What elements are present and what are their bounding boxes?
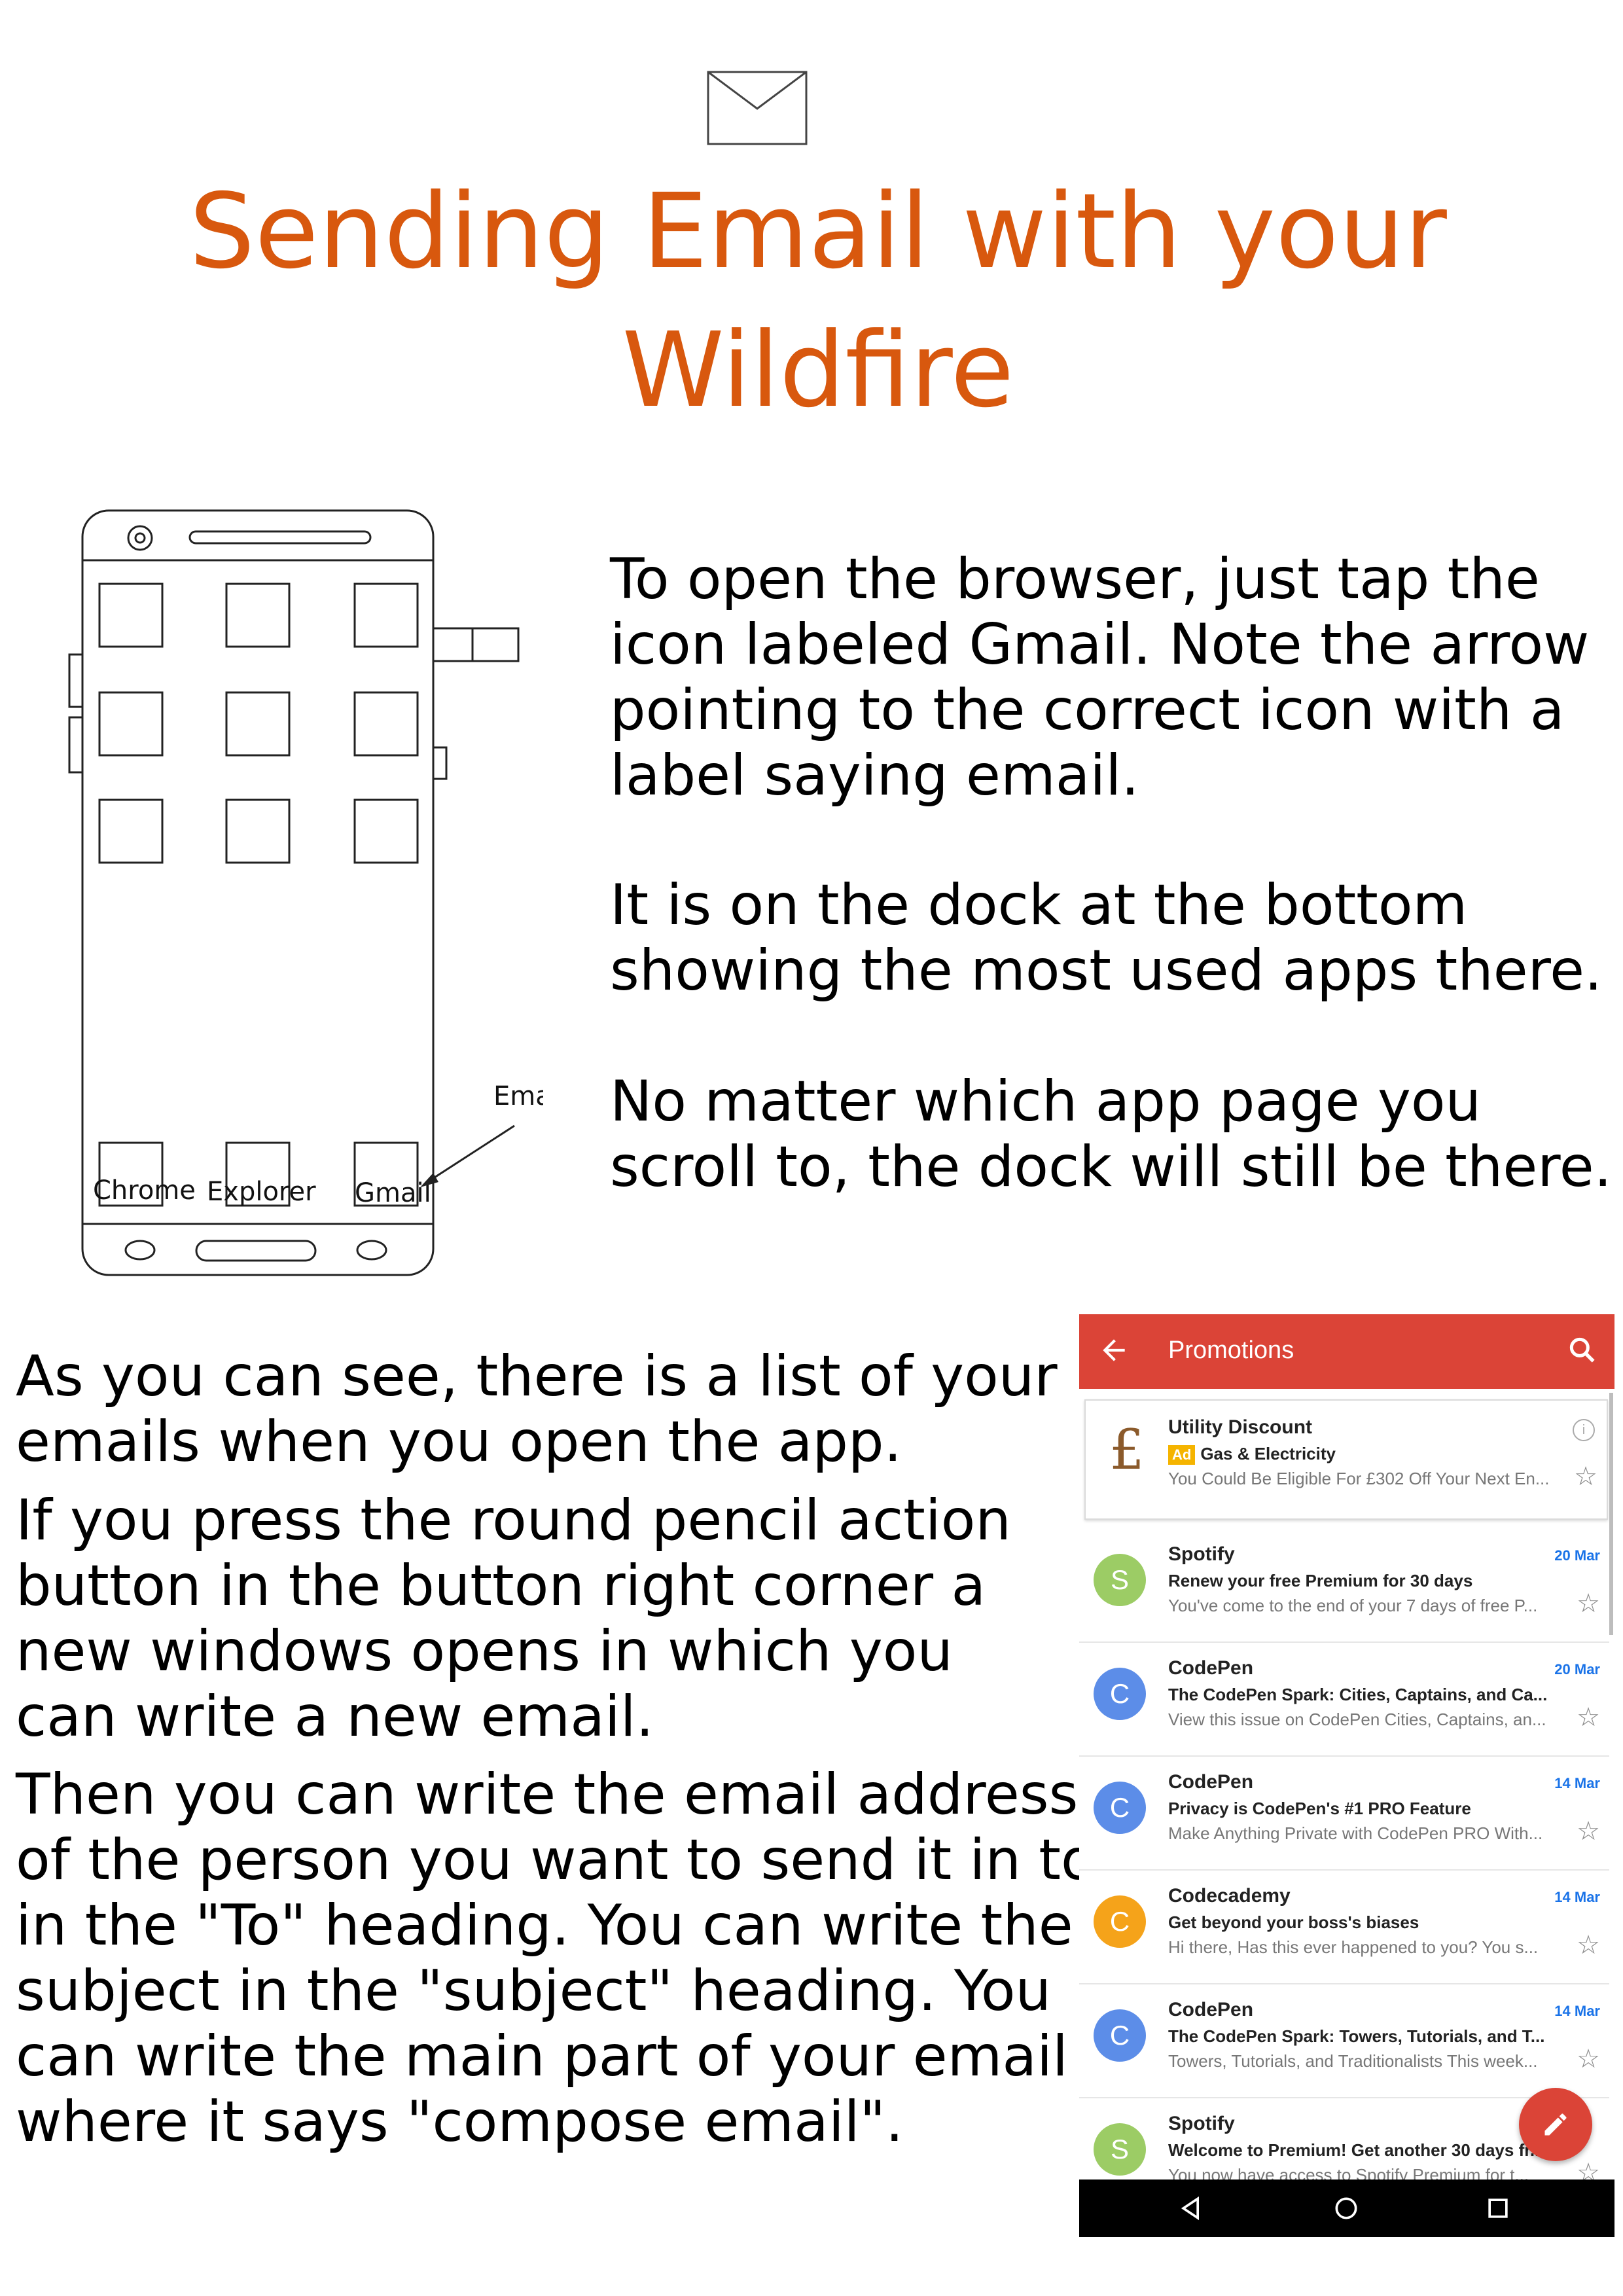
compose-fab-button[interactable] bbox=[1519, 2088, 1592, 2161]
star-icon[interactable]: ☆ bbox=[1577, 1818, 1600, 1844]
email-snippet: Towers, Tutorials, and Traditionalists T… bbox=[1168, 2051, 1538, 2071]
dock-label-gmail: Gmail bbox=[355, 1178, 431, 1208]
email-date: 20 Mar bbox=[1554, 1547, 1600, 1564]
email-subject: Welcome to Premium! Get another 30 days … bbox=[1168, 2140, 1544, 2160]
info-icon[interactable]: i bbox=[1573, 1419, 1595, 1441]
email-snippet: View this issue on CodePen Cities, Capta… bbox=[1168, 1710, 1546, 1729]
ad-subject-text: Gas & Electricity bbox=[1200, 1444, 1336, 1463]
dock-label-chrome: Chrome bbox=[93, 1175, 196, 1206]
email-sender: Spotify bbox=[1168, 2113, 1235, 2134]
sender-avatar: C bbox=[1094, 1782, 1146, 1834]
sender-avatar: S bbox=[1094, 1554, 1146, 1606]
gmail-folder-title: Promotions bbox=[1168, 1336, 1294, 1364]
pound-sign-icon: £ bbox=[1109, 1418, 1145, 1482]
email-sender: Codecademy bbox=[1168, 1885, 1291, 1907]
star-icon[interactable]: ☆ bbox=[1577, 1590, 1600, 1617]
back-triangle-icon[interactable] bbox=[1177, 2194, 1206, 2223]
email-snippet: Hi there, Has this ever happened to you?… bbox=[1168, 1937, 1539, 1957]
recents-square-icon[interactable] bbox=[1484, 2194, 1512, 2223]
gmail-screenshot: Promotions £ Utility Discount Ad Gas & El… bbox=[1079, 1314, 1614, 2237]
email-subject: The CodePen Spark: Cities, Captains, and… bbox=[1168, 1685, 1548, 1704]
email-snippet: Make Anything Private with CodePen PRO W… bbox=[1168, 1823, 1543, 1843]
email-date: 14 Mar bbox=[1554, 1889, 1600, 1905]
sender-avatar: C bbox=[1094, 1668, 1146, 1720]
scrollbar[interactable] bbox=[1609, 1393, 1613, 1635]
email-date: 20 Mar bbox=[1554, 1661, 1600, 1677]
email-snippet: You've come to the end of your 7 days of… bbox=[1168, 1596, 1538, 1615]
ad-snippet: You Could Be Eligible For £302 Off Your … bbox=[1168, 1469, 1550, 1488]
intro-paragraph-3: No matter which app page you scroll to, … bbox=[610, 1069, 1612, 1200]
email-row[interactable]: C CodePen 14 Mar The CodePen Spark: Towers,… bbox=[1079, 1983, 1609, 2098]
back-arrow-icon[interactable] bbox=[1097, 1334, 1130, 1367]
star-icon[interactable]: ☆ bbox=[1577, 1932, 1600, 1958]
phone-sketch-illustration: Chrome Explorer Gmail Email bbox=[68, 509, 543, 1276]
ad-sender: Utility Discount bbox=[1168, 1416, 1313, 1438]
email-row[interactable]: C CodePen 14 Mar Privacy is CodePen's #1 PR… bbox=[1079, 1755, 1609, 1871]
email-sender: CodePen bbox=[1168, 1657, 1254, 1679]
dock-label-explorer: Explorer bbox=[207, 1177, 316, 1207]
home-circle-icon[interactable] bbox=[1332, 2194, 1361, 2223]
email-sender: Spotify bbox=[1168, 1543, 1235, 1565]
email-subject: The CodePen Spark: Towers, Tutorials, an… bbox=[1168, 2026, 1545, 2046]
star-icon[interactable]: ☆ bbox=[1574, 1463, 1597, 1490]
instruction-paragraph-3: Then you can write the email address of … bbox=[16, 1762, 1096, 2155]
email-row[interactable]: C CodePen 20 Mar The CodePen Spark: Cities,… bbox=[1079, 1641, 1609, 1757]
email-date: 14 Mar bbox=[1554, 1775, 1600, 1791]
search-icon[interactable] bbox=[1566, 1334, 1599, 1367]
envelope-icon bbox=[707, 71, 808, 145]
intro-paragraph-1: To open the browser, just tap the icon l… bbox=[610, 547, 1590, 808]
page-title: Sending Email with your Wildfire bbox=[189, 171, 1447, 431]
email-arrow-label: Email bbox=[493, 1081, 543, 1111]
pencil-icon bbox=[1544, 2113, 1567, 2136]
instruction-paragraph-1: As you can see, there is a list of your … bbox=[16, 1344, 1058, 1475]
email-subject: Privacy is CodePen's #1 PRO Feature bbox=[1168, 1799, 1471, 1818]
star-icon[interactable]: ☆ bbox=[1577, 1704, 1600, 1731]
gmail-toolbar: Promotions bbox=[1079, 1314, 1614, 1389]
ad-tag: Ad bbox=[1168, 1445, 1196, 1465]
android-nav-bar bbox=[1079, 2179, 1614, 2237]
email-date: 14 Mar bbox=[1554, 2003, 1600, 2019]
sender-avatar: S bbox=[1094, 2123, 1146, 2176]
email-subject: Get beyond your boss's biases bbox=[1168, 1912, 1419, 1932]
sender-avatar: C bbox=[1094, 2009, 1146, 2062]
intro-paragraph-2: It is on the dock at the bottom showing … bbox=[610, 872, 1603, 1003]
email-sender: CodePen bbox=[1168, 1771, 1254, 1793]
ad-subject: Ad Gas & Electricity bbox=[1168, 1444, 1561, 1465]
email-subject: Renew your free Premium for 30 days bbox=[1168, 1571, 1473, 1590]
ad-email-row[interactable]: £ Utility Discount Ad Gas & Electricity Y… bbox=[1084, 1399, 1608, 1520]
email-row[interactable]: C Codecademy 14 Mar Get beyond your boss's … bbox=[1079, 1869, 1609, 1984]
instruction-paragraph-2: If you press the round pencil action but… bbox=[16, 1488, 1011, 1749]
email-sender: CodePen bbox=[1168, 1999, 1254, 2020]
email-row[interactable]: S Spotify 20 Mar Renew your free Premium fo… bbox=[1079, 1528, 1609, 1643]
sender-avatar: C bbox=[1094, 1895, 1146, 1948]
star-icon[interactable]: ☆ bbox=[1577, 2046, 1600, 2072]
